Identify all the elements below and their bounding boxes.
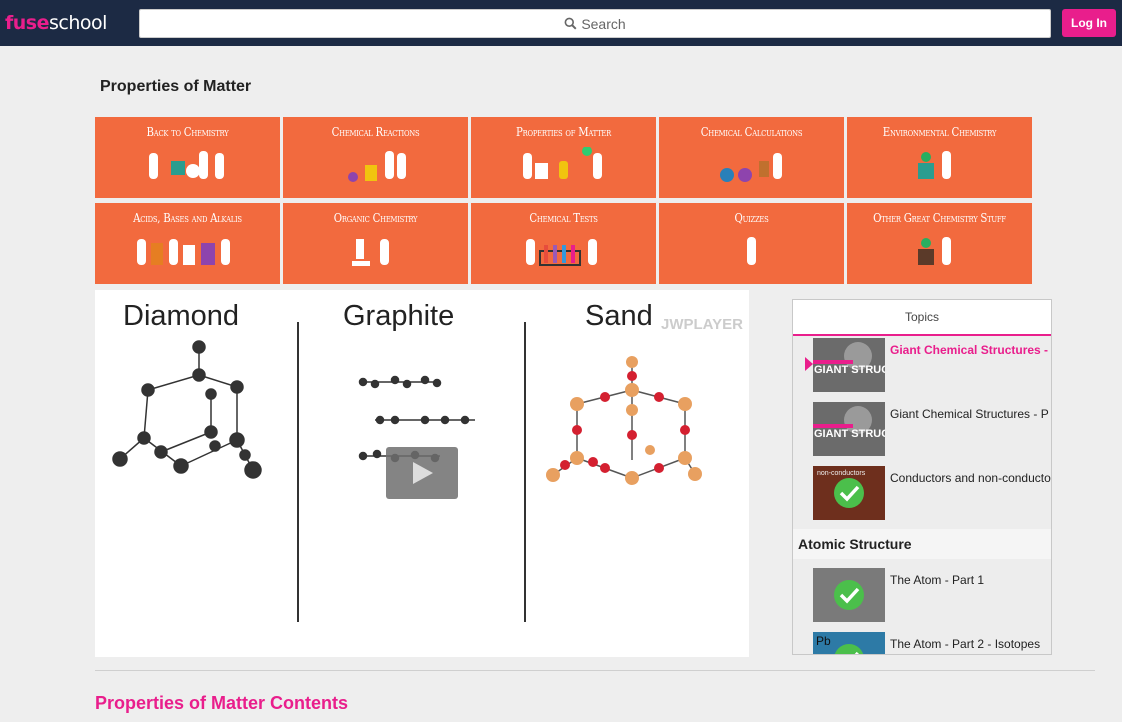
quiz-character-icon — [746, 237, 756, 265]
tile-quizzes[interactable]: Quizzes — [659, 203, 844, 284]
tile-label: Acids, Bases and Alkalis — [133, 211, 242, 225]
tile-chemical-reactions[interactable]: Chemical Reactions — [283, 117, 468, 198]
logo-school-text: school — [49, 12, 107, 34]
thumb-text: Pb — [816, 634, 831, 648]
tile-label: Environmental Chemistry — [882, 125, 997, 139]
test-tubes-illustration-icon — [525, 239, 597, 266]
topics-sidebar[interactable]: Topics GIANT STRUCTURE Giant Chemical St… — [792, 299, 1052, 655]
thumb-text: non-conductors — [817, 470, 866, 477]
video-thumbnail — [813, 568, 885, 622]
tile-chemical-calculations[interactable]: Chemical Calculations — [659, 117, 844, 198]
plant-illustration-icon — [917, 151, 951, 179]
search-icon — [564, 17, 577, 30]
topic-title: The Atom - Part 2 - Isotopes — [890, 637, 1041, 651]
contents-heading: Properties of Matter Contents — [95, 693, 349, 713]
scientists-illustration-icon — [148, 151, 224, 179]
tile-label: Quizzes — [734, 211, 769, 225]
logo-fuse-text: fuse — [5, 12, 50, 34]
topic-item-giant-structures-2[interactable]: GIANT STRUCTURE Giant Chemical Structure… — [793, 402, 1051, 458]
section-atomic-structure: Atomic Structure — [793, 529, 1051, 559]
tile-back-to-chemistry[interactable]: Back to Chemistry — [95, 117, 280, 198]
video-thumbnail: GIANT STRUCTURE — [813, 338, 885, 392]
topic-title: Giant Chemical Structures - P — [890, 343, 1052, 357]
video-thumbnail: non-conductors — [813, 466, 885, 520]
tile-acids-bases-alkalis[interactable]: Acids, Bases and Alkalis — [95, 203, 280, 284]
acids-illustration-icon — [136, 239, 230, 265]
play-icon — [413, 462, 433, 484]
topic-item-giant-structures-1[interactable]: GIANT STRUCTURE Giant Chemical Structure… — [793, 338, 1052, 394]
tile-label: Chemical Calculations — [700, 125, 803, 139]
tile-label: Properties of Matter — [516, 125, 611, 139]
video-player[interactable]: Diamond Graphite Sand JWPLAYER — [95, 290, 749, 657]
current-item-arrow-icon — [805, 357, 813, 371]
top-navigation-bar: fuseschool Search Log In — [0, 0, 1122, 46]
matter-illustration-icon — [522, 147, 602, 179]
flasks-illustration-icon — [719, 153, 782, 182]
tile-chemical-tests[interactable]: Chemical Tests — [471, 203, 656, 284]
thumb-text: GIANT STRUCTURE — [814, 364, 885, 376]
topic-item-atom-part-1[interactable]: The Atom - Part 1 — [793, 568, 1051, 624]
play-button[interactable] — [386, 447, 458, 499]
video-thumbnail: GIANT STRUCTURE — [813, 402, 885, 456]
thumb-text: GIANT STRUCTURE — [814, 428, 885, 440]
topic-item-atom-part-2[interactable]: Pb The Atom - Part 2 - Isotopes — [793, 632, 1051, 654]
tile-label: Other Great Chemistry Stuff — [873, 211, 1006, 225]
tile-environmental-chemistry[interactable]: Environmental Chemistry — [847, 117, 1032, 198]
tile-properties-of-matter[interactable]: Properties of Matter — [471, 117, 656, 198]
fuseschool-logo[interactable]: fuseschool — [5, 12, 107, 34]
search-input[interactable]: Search — [139, 9, 1051, 38]
microscope-illustration-icon — [351, 239, 389, 266]
tile-label: Chemical Tests — [529, 211, 598, 225]
search-placeholder: Search — [581, 15, 626, 32]
video-thumbnail: Pb — [813, 632, 885, 654]
page-title: Properties of Matter — [100, 78, 252, 95]
lab-reaction-illustration-icon — [347, 151, 406, 182]
topic-title: Conductors and non-conducto — [890, 471, 1051, 485]
potion-illustration-icon — [917, 237, 951, 265]
tile-organic-chemistry[interactable]: Organic Chemistry — [283, 203, 468, 284]
topics-header[interactable]: Topics — [793, 300, 1051, 336]
tile-label: Back to Chemistry — [146, 125, 229, 139]
tile-label: Chemical Reactions — [331, 125, 420, 139]
topic-title: The Atom - Part 1 — [890, 573, 985, 587]
login-button[interactable]: Log In — [1062, 9, 1116, 37]
topic-title: Giant Chemical Structures - P — [890, 407, 1049, 421]
tile-other-chemistry-stuff[interactable]: Other Great Chemistry Stuff — [847, 203, 1032, 284]
divider — [95, 670, 1095, 671]
tile-label: Organic Chemistry — [333, 211, 418, 225]
topic-item-conductors[interactable]: non-conductors Conductors and non-conduc… — [793, 466, 1051, 522]
